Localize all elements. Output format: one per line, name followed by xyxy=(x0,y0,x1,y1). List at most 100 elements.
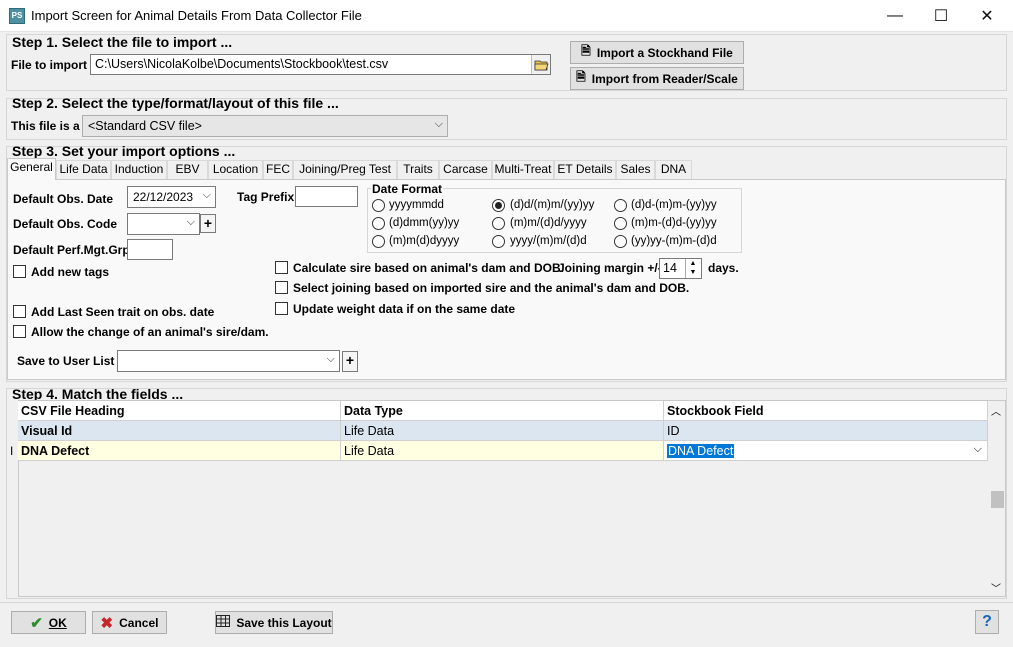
tab-et-details[interactable]: ET Details xyxy=(554,160,616,179)
date-format-radio-dmy-slash[interactable] xyxy=(492,199,505,212)
column-header-data-type[interactable]: Data Type xyxy=(341,401,664,421)
document-icon: 🗎 xyxy=(581,44,591,58)
import-reader-label: Import from Reader/Scale xyxy=(591,71,738,86)
date-format-radio-dmy-compact[interactable] xyxy=(372,217,385,230)
table-row-csv-heading[interactable]: DNA Defect xyxy=(18,441,341,461)
date-format-option-label: (m)m/(d)d/yyyy xyxy=(510,217,587,229)
step1-heading: Step 1. Select the file to import ... xyxy=(12,34,233,50)
user-list-select[interactable]: ⌵ xyxy=(117,350,340,372)
obs-date-picker[interactable]: 22/12/2023 ⌵ xyxy=(127,186,216,208)
perf-mgt-grp-label: Default Perf.Mgt.Grp xyxy=(13,243,130,257)
text-cursor-icon: I xyxy=(10,444,14,458)
scroll-up-icon[interactable]: ︿ xyxy=(991,403,1001,418)
cancel-button[interactable]: ✖ Cancel xyxy=(92,611,167,634)
file-type-select[interactable]: <Standard CSV file> ⌵ xyxy=(82,115,448,137)
update-weight-checkbox[interactable] xyxy=(275,302,288,315)
tab-ebv[interactable]: EBV xyxy=(167,160,208,179)
date-format-radio-dmy-dash[interactable] xyxy=(614,199,627,212)
add-new-tags-label: Add new tags xyxy=(31,265,110,279)
tag-prefix-label: Tag Prefix xyxy=(237,190,295,204)
step3-heading: Step 3. Set your import options ... xyxy=(12,143,236,159)
add-last-seen-label: Add Last Seen trait on obs. date xyxy=(31,305,215,319)
open-folder-icon[interactable] xyxy=(531,55,550,74)
table-row-csv-heading[interactable]: Visual Id xyxy=(18,421,341,441)
date-format-radio-ymd-dash[interactable] xyxy=(614,235,627,248)
joining-margin-value: 14 xyxy=(663,261,677,275)
column-header-csv-heading[interactable]: CSV File Heading xyxy=(18,401,341,421)
date-format-radio-mdy-slash[interactable] xyxy=(492,217,505,230)
tab-multi-treat[interactable]: Multi-Treat xyxy=(492,160,554,179)
user-list-label: Save to User List xyxy=(17,354,115,368)
scrollbar-thumb[interactable] xyxy=(991,491,1004,508)
obs-date-value: 22/12/2023 xyxy=(133,190,194,204)
calc-sire-checkbox[interactable] xyxy=(275,261,288,274)
cancel-label: Cancel xyxy=(119,615,159,630)
table-row-stockbook-field[interactable]: ID xyxy=(664,421,988,441)
file-to-import-label: File to import xyxy=(11,58,87,72)
perf-mgt-grp-input[interactable] xyxy=(127,239,173,260)
chevron-down-icon: ⌵ xyxy=(973,443,982,455)
maximize-button[interactable]: ☐ xyxy=(918,0,964,32)
date-format-option-label: (m)m(d)dyyyy xyxy=(389,235,460,247)
chevron-down-icon: ⌵ xyxy=(326,353,335,365)
tab-life-data[interactable]: Life Data xyxy=(56,160,111,179)
cross-icon: ✖ xyxy=(100,614,114,632)
help-icon: ? xyxy=(982,613,992,630)
allow-change-checkbox[interactable] xyxy=(13,325,26,338)
help-button[interactable]: ? xyxy=(975,610,999,634)
tab-location[interactable]: Location xyxy=(208,160,263,179)
update-weight-label: Update weight data if on the same date xyxy=(293,302,516,316)
table-row-data-type[interactable]: Life Data xyxy=(341,441,664,461)
import-reader-button[interactable]: 🗎 Import from Reader/Scale xyxy=(570,67,744,90)
add-obs-code-button[interactable]: + xyxy=(200,214,216,233)
date-format-option-label: (yy)yy-(m)m-(d)d xyxy=(631,235,717,247)
scroll-down-icon[interactable]: ﹀ xyxy=(991,580,1001,595)
grid-icon xyxy=(216,615,231,630)
add-last-seen-checkbox[interactable] xyxy=(13,305,26,318)
date-format-radio-yyyymmdd[interactable] xyxy=(372,199,385,212)
table-row-data-type[interactable]: Life Data xyxy=(341,421,664,441)
select-joining-checkbox[interactable] xyxy=(275,281,288,294)
tab-traits[interactable]: Traits xyxy=(397,160,439,179)
file-path-value: C:\Users\NicolaKolbe\Documents\Stockbook… xyxy=(95,57,389,71)
column-header-stockbook-field[interactable]: Stockbook Field xyxy=(664,401,988,421)
date-format-label: Date Format xyxy=(371,182,444,196)
spinner-arrows-icon[interactable]: ▲ ▼ xyxy=(685,259,700,278)
tab-sales[interactable]: Sales xyxy=(616,160,655,179)
title-bar: PS Import Screen for Animal Details From… xyxy=(0,0,1013,32)
ok-button[interactable]: ✔ OK xyxy=(11,611,86,634)
allow-change-label: Allow the change of an animal's sire/dam… xyxy=(31,325,269,339)
tab-dna[interactable]: DNA xyxy=(655,160,692,179)
close-button[interactable]: ✕ xyxy=(964,0,1010,32)
date-format-option-label: (d)dmm(yy)yy xyxy=(389,217,460,229)
date-format-radio-mdy-dash[interactable] xyxy=(614,217,627,230)
tag-prefix-input[interactable] xyxy=(295,186,358,207)
tab-carcase[interactable]: Carcase xyxy=(439,160,492,179)
window-title: Import Screen for Animal Details From Da… xyxy=(31,8,362,23)
add-new-tags-checkbox[interactable] xyxy=(13,265,26,278)
obs-code-label: Default Obs. Code xyxy=(13,217,118,231)
stockbook-field-dropdown[interactable]: DNA Defect ⌵ xyxy=(664,441,988,461)
app-icon: PS xyxy=(9,8,25,24)
file-path-input[interactable]: C:\Users\NicolaKolbe\Documents\Stockbook… xyxy=(90,54,551,75)
ok-label: OK xyxy=(48,615,67,630)
tab-general[interactable]: General xyxy=(7,158,56,180)
tab-fec[interactable]: FEC xyxy=(263,160,293,179)
import-stockhand-label: Import a Stockhand File xyxy=(596,45,733,60)
date-format-option-label: (m)m-(d)d-(yy)yy xyxy=(631,217,717,229)
tab-induction[interactable]: Induction xyxy=(111,160,167,179)
file-type-value: <Standard CSV file> xyxy=(88,119,202,133)
obs-date-label: Default Obs. Date xyxy=(13,192,114,206)
checkmark-icon: ✔ xyxy=(30,614,43,632)
save-layout-button[interactable]: Save this Layout xyxy=(215,611,333,634)
save-layout-label: Save this Layout xyxy=(236,615,332,630)
date-format-radio-ymd-slash[interactable] xyxy=(492,235,505,248)
import-stockhand-button[interactable]: 🗎 Import a Stockhand File xyxy=(570,41,744,64)
step2-heading: Step 2. Select the type/format/layout of… xyxy=(12,95,339,111)
tab-joining-preg-test[interactable]: Joining/Preg Test xyxy=(293,160,397,179)
date-format-radio-mdy-compact[interactable] xyxy=(372,235,385,248)
add-user-list-button[interactable]: + xyxy=(342,351,358,372)
minimize-button[interactable]: — xyxy=(872,0,918,32)
obs-code-select[interactable]: ⌵ xyxy=(127,213,200,235)
joining-margin-label: Joining margin +/- xyxy=(558,261,662,275)
